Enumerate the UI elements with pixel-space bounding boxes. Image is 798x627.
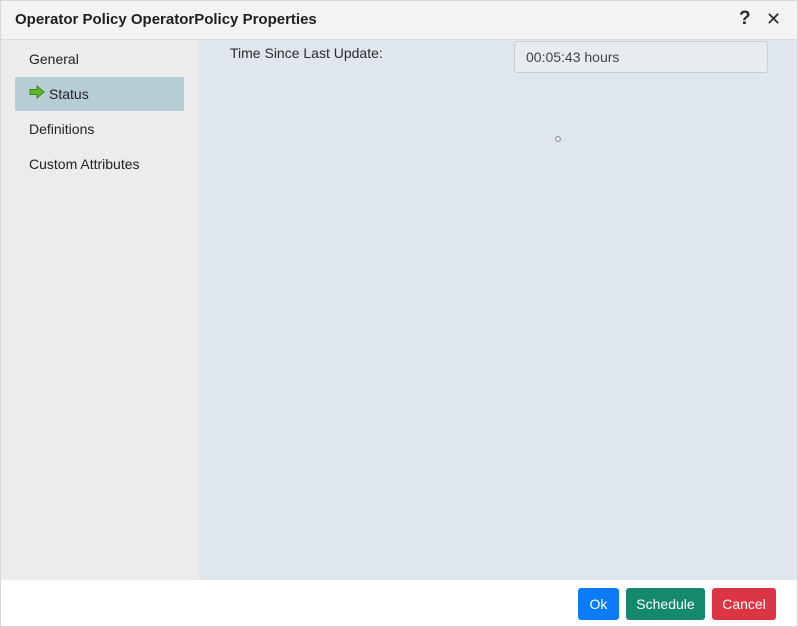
dialog-footer: Ok Schedule Cancel <box>1 580 797 626</box>
help-icon[interactable]: ? <box>739 8 751 30</box>
close-icon[interactable]: ✕ <box>766 9 781 30</box>
sidebar-item-label: Custom Attributes <box>29 156 140 172</box>
time-since-last-update-label: Time Since Last Update: <box>230 45 383 61</box>
dialog-title: Operator Policy OperatorPolicy Propertie… <box>15 11 317 28</box>
sidebar-item-general[interactable]: General <box>15 42 184 76</box>
sidebar-item-label: Definitions <box>29 121 95 137</box>
sidebar-item-label: Status <box>49 86 89 102</box>
status-panel: Time Since Last Update: 00:05:43 hours <box>199 40 797 580</box>
green-arrow-right-icon <box>29 77 45 111</box>
sidebar-item-status[interactable]: Status <box>15 77 184 111</box>
schedule-button[interactable]: Schedule <box>626 588 705 620</box>
cancel-button[interactable]: Cancel <box>712 588 776 620</box>
loading-indicator-icon <box>555 136 561 142</box>
ok-button[interactable]: Ok <box>578 588 619 620</box>
sidebar-item-definitions[interactable]: Definitions <box>15 112 184 146</box>
time-since-last-update-field: 00:05:43 hours <box>514 41 768 73</box>
sidebar-nav: General Status Definitions Custom Attrib… <box>1 40 199 580</box>
sidebar-item-custom-attributes[interactable]: Custom Attributes <box>15 147 184 181</box>
properties-dialog: Operator Policy OperatorPolicy Propertie… <box>0 0 798 627</box>
title-bar: Operator Policy OperatorPolicy Propertie… <box>1 1 797 40</box>
sidebar-item-label: General <box>29 51 79 67</box>
